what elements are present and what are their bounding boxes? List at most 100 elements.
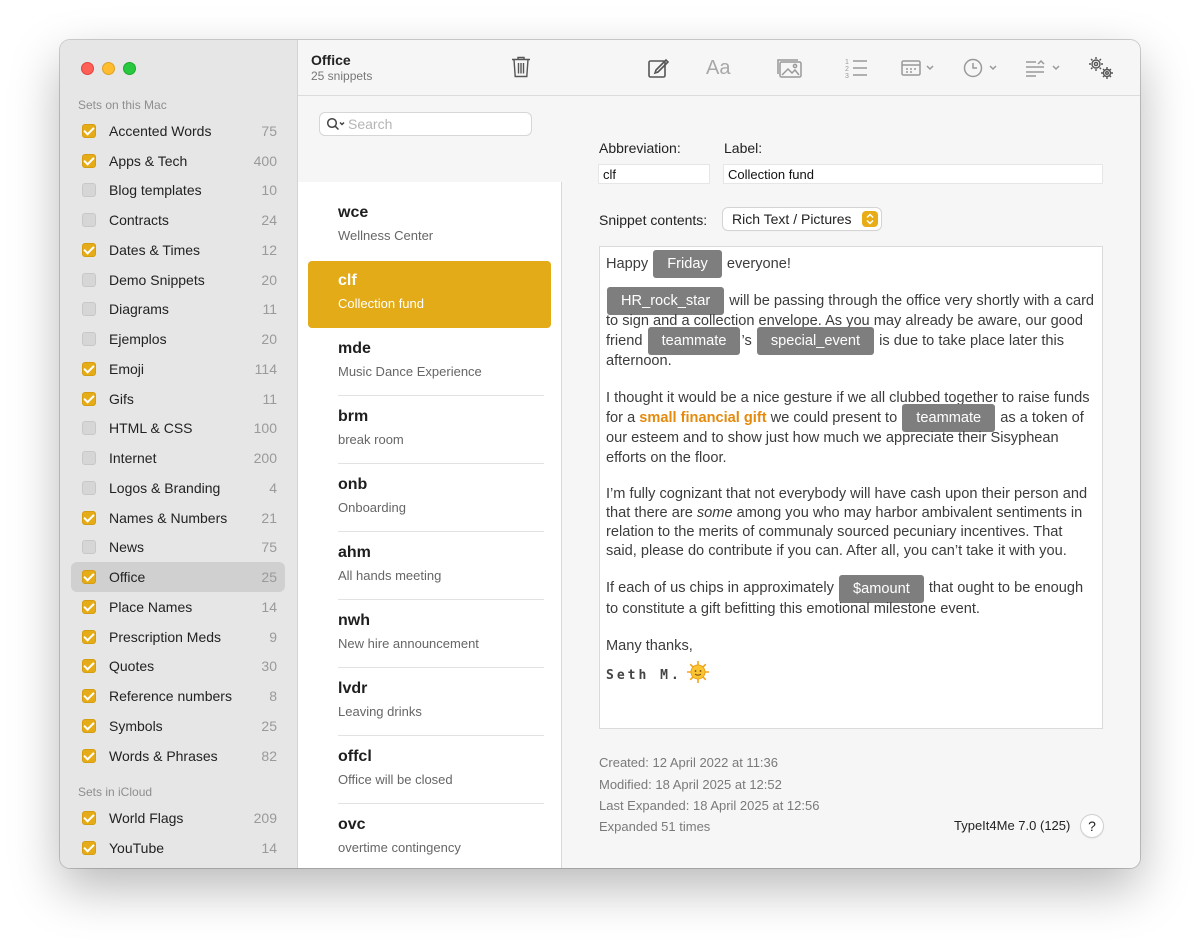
snippet-row-brm[interactable]: brm break room: [298, 396, 562, 464]
sidebar-item-reference-numbers[interactable]: Reference numbers 8: [71, 681, 285, 711]
snippet-row-ahm[interactable]: ahm All hands meeting: [298, 532, 562, 600]
sidebar-item-diagrams[interactable]: Diagrams 11: [71, 295, 285, 325]
set-enabled-checkbox[interactable]: [82, 810, 96, 825]
set-enabled-checkbox[interactable]: [82, 153, 96, 168]
label-label: Label:: [724, 140, 763, 156]
set-enabled-checkbox[interactable]: [82, 510, 96, 525]
sidebar-item-contracts[interactable]: Contracts 24: [71, 205, 285, 235]
set-enabled-checkbox[interactable]: [82, 480, 96, 495]
sidebar-item-demo-snippets[interactable]: Demo Snippets 20: [71, 265, 285, 295]
placeholder-token-friday[interactable]: Friday: [653, 250, 722, 278]
placeholder-token-teammate[interactable]: teammate: [647, 327, 741, 356]
snippet-row-wce[interactable]: wce Wellness Center: [298, 192, 562, 260]
snippet-content-editor[interactable]: Happy Friday everyone! HR_rock_star will…: [599, 246, 1103, 729]
fill-in-icon[interactable]: [1024, 55, 1062, 81]
content-type-select[interactable]: Rich Text / Pictures: [723, 208, 881, 230]
set-snippet-count: 25: [261, 569, 277, 586]
paragraph-4: I’m fully cognizant that not everybody w…: [606, 486, 1088, 560]
set-enabled-checkbox[interactable]: [82, 361, 96, 376]
snippet-row-ovc[interactable]: ovc overtime contingency: [298, 804, 562, 868]
trash-icon[interactable]: [511, 55, 531, 84]
sidebar-item-youtube[interactable]: YouTube 14: [71, 833, 285, 863]
sidebar-item-ejemplos[interactable]: Ejemplos 20: [71, 324, 285, 354]
sidebar-item-quotes[interactable]: Quotes 30: [71, 652, 285, 682]
minimize-window-button[interactable]: [102, 62, 115, 75]
set-enabled-checkbox[interactable]: [82, 332, 96, 347]
sidebar-item-accented-words[interactable]: Accented Words 75: [71, 116, 285, 146]
set-name: Quotes: [109, 658, 155, 675]
set-name: Names & Numbers: [109, 509, 228, 526]
sidebar-item-apps-and-tech[interactable]: Apps & Tech 400: [71, 146, 285, 176]
snippet-row-mde[interactable]: mde Music Dance Experience: [298, 328, 562, 396]
clock-icon[interactable]: [962, 55, 1000, 81]
set-enabled-checkbox[interactable]: [82, 599, 96, 614]
abbreviation-field[interactable]: [599, 165, 709, 183]
set-enabled-checkbox[interactable]: [82, 629, 96, 644]
set-enabled-checkbox[interactable]: [82, 391, 96, 406]
sidebar-item-names-and-numbers[interactable]: Names & Numbers 21: [71, 503, 285, 533]
set-enabled-checkbox[interactable]: [82, 183, 96, 198]
compose-icon[interactable]: [646, 55, 670, 81]
sidebar-item-world-flags[interactable]: World Flags 209: [71, 803, 285, 833]
placeholder-token-hr-rock-star[interactable]: HR_rock_star: [607, 287, 725, 316]
sidebar-item-internet[interactable]: Internet 200: [71, 443, 285, 473]
set-enabled-checkbox[interactable]: [82, 242, 96, 257]
set-enabled-checkbox[interactable]: [82, 659, 96, 674]
sidebar-item-html-and-css[interactable]: HTML & CSS 100: [71, 414, 285, 444]
sidebar-item-gifs[interactable]: Gifs 11: [71, 384, 285, 414]
sidebar-item-dates-and-times[interactable]: Dates & Times 12: [71, 235, 285, 265]
settings-icon[interactable]: [1086, 55, 1118, 81]
zoom-window-button[interactable]: [123, 62, 136, 75]
calendar-icon[interactable]: [900, 55, 936, 81]
set-enabled-checkbox[interactable]: [82, 540, 96, 555]
last-expanded-date: Last Expanded: 18 April 2025 at 12:56: [599, 798, 820, 813]
search-field[interactable]: [320, 113, 531, 135]
set-enabled-checkbox[interactable]: [82, 451, 96, 466]
set-enabled-checkbox[interactable]: [82, 272, 96, 287]
placeholder-token-amount[interactable]: $amount: [839, 574, 924, 603]
sidebar-item-symbols[interactable]: Symbols 25: [71, 711, 285, 741]
set-enabled-checkbox[interactable]: [82, 570, 96, 585]
help-button[interactable]: ?: [1081, 815, 1103, 837]
set-enabled-checkbox[interactable]: [82, 689, 96, 704]
set-enabled-checkbox[interactable]: [82, 718, 96, 733]
paragraph-5: If each of us chips in approximately $am…: [606, 574, 1096, 620]
snippet-abbreviation: onb: [338, 476, 368, 493]
placeholder-token-special-event[interactable]: special_event: [756, 327, 875, 356]
sidebar-item-words-and-phrases[interactable]: Words & Phrases 82: [71, 741, 285, 771]
snippet-row-lvdr[interactable]: lvdr Leaving drinks: [298, 668, 562, 736]
svg-text:3: 3: [845, 73, 849, 79]
set-enabled-checkbox[interactable]: [82, 123, 96, 138]
numbered-list-icon[interactable]: 1 2 3: [844, 55, 868, 81]
set-snippet-count: 4: [269, 479, 277, 496]
sidebar-item-blog-templates[interactable]: Blog templates 10: [71, 176, 285, 206]
snippet-row-onb[interactable]: onb Onboarding: [298, 464, 562, 532]
close-window-button[interactable]: [81, 62, 94, 75]
snippet-label: Wellness Center: [338, 228, 434, 243]
sidebar-item-place-names[interactable]: Place Names 14: [71, 592, 285, 622]
set-enabled-checkbox[interactable]: [82, 748, 96, 763]
snippet-row-nwh[interactable]: nwh New hire announcement: [298, 600, 562, 668]
label-field[interactable]: [724, 165, 1102, 183]
set-snippet-count: 12: [261, 241, 277, 258]
sidebar-item-prescription-meds[interactable]: Prescription Meds 9: [71, 622, 285, 652]
set-enabled-checkbox[interactable]: [82, 213, 96, 228]
set-enabled-checkbox[interactable]: [82, 840, 96, 855]
set-name: HTML & CSS: [109, 420, 193, 437]
snippet-abbreviation: clf: [338, 272, 357, 289]
set-enabled-checkbox[interactable]: [82, 302, 96, 317]
sidebar-item-news[interactable]: News 75: [71, 533, 285, 563]
set-snippet-count: 14: [261, 598, 277, 615]
font-icon[interactable]: Aa: [706, 55, 730, 81]
set-name: Reference numbers: [109, 688, 232, 705]
snippet-row-offcl[interactable]: offcl Office will be closed: [298, 736, 562, 804]
sidebar-item-logos-and-branding[interactable]: Logos & Branding 4: [71, 473, 285, 503]
search-input[interactable]: [348, 115, 524, 133]
placeholder-token-teammate-2[interactable]: teammate: [902, 404, 996, 433]
snippet-abbreviation: nwh: [338, 612, 370, 629]
set-enabled-checkbox[interactable]: [82, 421, 96, 436]
sidebar-item-emoji[interactable]: Emoji 114: [71, 354, 285, 384]
image-icon[interactable]: [776, 55, 804, 81]
snippet-row-clf[interactable]: clf Collection fund: [298, 260, 562, 328]
sidebar-item-office[interactable]: Office 25: [71, 562, 285, 592]
